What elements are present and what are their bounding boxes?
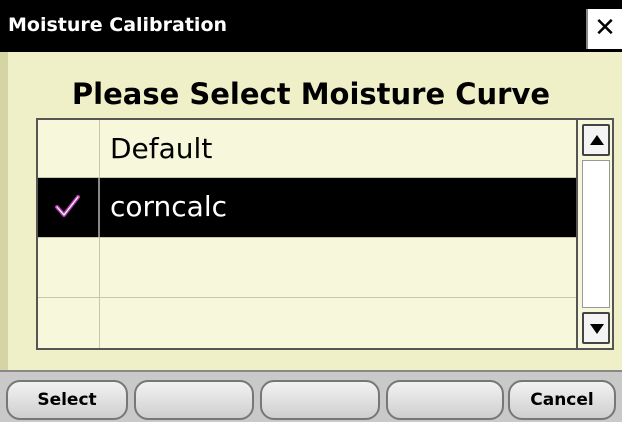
list-item-label: corncalc [110, 190, 228, 223]
window-title: Moisture Calibration [8, 14, 228, 36]
scroll-down-button[interactable] [582, 312, 610, 344]
arrow-up-icon [590, 135, 604, 145]
list-item[interactable] [38, 238, 576, 298]
close-button[interactable]: ✕ [586, 9, 622, 49]
check-cell [38, 120, 100, 177]
title-bar: Moisture Calibration ✕ [0, 0, 622, 52]
close-icon: ✕ [594, 13, 616, 43]
cancel-button[interactable]: Cancel [508, 380, 616, 420]
list-item[interactable]: Default [38, 120, 576, 178]
softkey-3-button[interactable] [260, 380, 380, 420]
check-cell [38, 178, 100, 237]
scroll-up-button[interactable] [582, 124, 610, 156]
checkmark-icon [55, 195, 80, 217]
arrow-down-icon [590, 324, 604, 334]
check-cell [38, 238, 100, 297]
list-item-label: Default [110, 132, 213, 165]
scroll-track[interactable] [582, 160, 610, 308]
list-item-selected[interactable]: corncalc [38, 178, 576, 238]
moisture-curve-list[interactable]: Default corncalc [36, 118, 578, 350]
list-scrollbar[interactable] [578, 118, 614, 350]
list-item[interactable] [38, 298, 576, 348]
check-cell [38, 298, 100, 348]
dialog-heading: Please Select Moisture Curve [71, 77, 551, 111]
select-button[interactable]: Select [6, 380, 128, 420]
softkey-4-button[interactable] [386, 380, 504, 420]
softkey-2-button[interactable] [134, 380, 254, 420]
softkey-bar: Select Cancel [0, 370, 622, 422]
